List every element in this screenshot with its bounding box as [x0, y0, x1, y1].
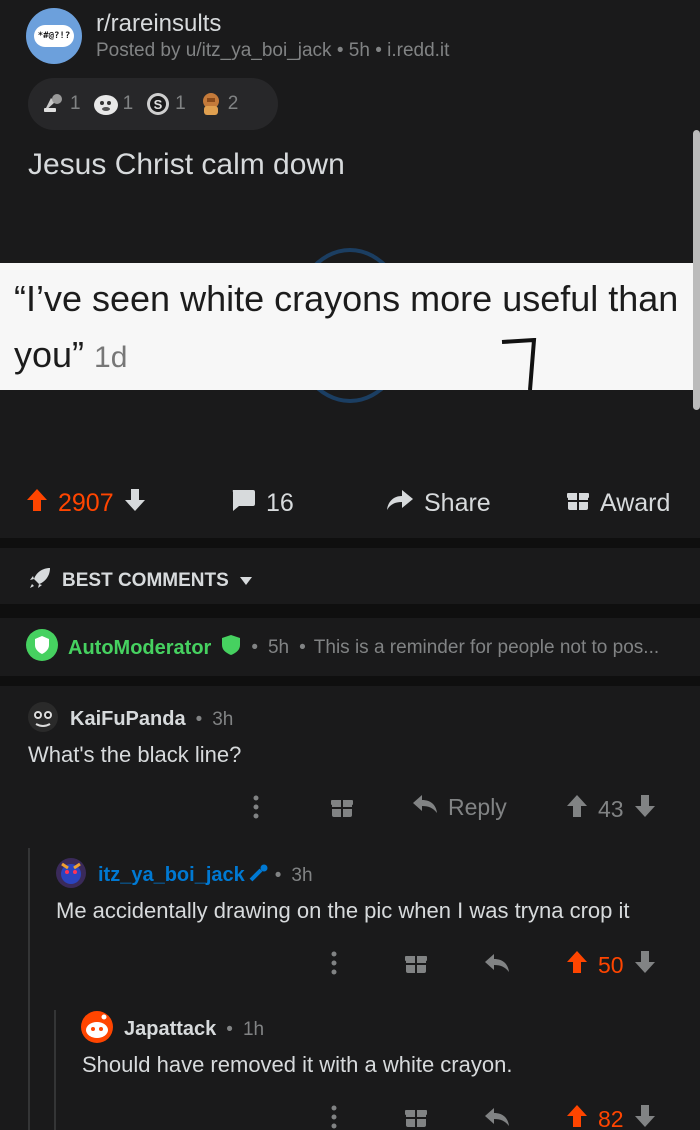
comment-count: 16 — [266, 488, 294, 517]
post-image[interactable]: “I’ve seen white crayons more useful tha… — [0, 263, 696, 390]
user-avatar[interactable] — [80, 1010, 114, 1049]
award-count: 1 — [175, 93, 186, 114]
pinned-comment[interactable]: AutoModerator • 5h • This is a reminder … — [0, 629, 700, 667]
scrollbar[interactable] — [693, 130, 700, 410]
reply-arrow-icon — [412, 793, 438, 821]
vote-group: 2907 — [26, 480, 146, 526]
award-4: 2 — [198, 91, 239, 117]
gift-icon[interactable] — [404, 951, 428, 975]
downvote-arrow-icon[interactable] — [634, 950, 656, 980]
upvote-arrow-icon[interactable] — [566, 794, 588, 824]
comment-vote-group: 43 — [566, 794, 656, 824]
svg-text:S: S — [154, 97, 163, 112]
op-mic-icon — [249, 864, 271, 887]
user-avatar[interactable] — [54, 856, 88, 895]
subreddit-name[interactable]: r/rareinsults — [96, 10, 221, 38]
comment-vote-group: 82 — [566, 1104, 656, 1130]
mod-shield-icon — [221, 634, 241, 662]
subreddit-avatar-text: *#@?!? — [34, 25, 74, 47]
post-age: 5h — [348, 40, 370, 61]
award-1: 1 — [40, 91, 81, 117]
award-2: 1 — [93, 91, 134, 117]
image-quote-text: “I’ve seen white crayons more useful tha… — [14, 271, 694, 386]
reply-label: Reply — [448, 793, 507, 820]
section-divider — [0, 604, 700, 618]
award-count: 1 — [122, 93, 134, 114]
comment-header: KaiFuPanda • 3h — [26, 700, 233, 739]
gift-icon[interactable] — [330, 795, 354, 819]
share-button[interactable]: Share — [386, 480, 491, 526]
downvote-arrow-icon[interactable] — [124, 488, 146, 519]
more-options-icon[interactable] — [330, 1104, 338, 1130]
award-count: 1 — [70, 93, 81, 114]
share-label: Share — [424, 488, 491, 517]
upvote-arrow-icon[interactable] — [26, 488, 48, 519]
post-actions-bar: 2907 16 Share Award — [0, 480, 700, 526]
comment-score: 50 — [598, 951, 624, 978]
comment-author[interactable]: itz_ya_boi_jack — [98, 864, 245, 887]
pinned-author[interactable]: AutoModerator — [68, 637, 211, 660]
section-divider — [0, 676, 700, 686]
award-button[interactable]: Award — [566, 480, 670, 526]
pinned-preview: This is a reminder for people not to pos… — [313, 637, 660, 658]
post-title[interactable]: Jesus Christ calm down — [28, 148, 345, 182]
rocket-icon — [28, 566, 52, 596]
upvote-arrow-icon[interactable] — [566, 1104, 588, 1130]
comment-vote-group: 50 — [566, 950, 656, 980]
thread-line[interactable] — [28, 848, 30, 1130]
awards-bar[interactable]: 1 1 S 1 2 — [28, 78, 278, 130]
post-domain[interactable]: i.redd.it — [387, 40, 449, 61]
post-meta: Posted by u/itz_ya_boi_jack • 5h • i.red… — [96, 40, 450, 61]
award-count: 2 — [227, 93, 239, 114]
share-arrow-icon — [386, 488, 414, 519]
comment-score: 43 — [598, 795, 624, 822]
downvote-arrow-icon[interactable] — [634, 1104, 656, 1130]
section-divider — [0, 538, 700, 548]
downvote-arrow-icon[interactable] — [634, 794, 656, 824]
subreddit-avatar[interactable]: *#@?!? — [26, 8, 82, 64]
face-palm-award-icon — [198, 91, 224, 117]
comment-body: Should have removed it with a white cray… — [82, 1052, 513, 1077]
comment-body: What's the black line? — [28, 742, 242, 767]
comment-age: 1h — [242, 1018, 265, 1040]
comment-body: Me accidentally drawing on the pic when … — [56, 898, 630, 923]
comment-header: itz_ya_boi_jack • 3h — [54, 856, 313, 895]
black-line-scribble — [501, 338, 537, 390]
post-author[interactable]: Posted by u/itz_ya_boi_jack — [96, 40, 332, 61]
sort-selector[interactable]: BEST COMMENTS — [28, 566, 253, 596]
comments-button[interactable]: 16 — [230, 480, 294, 526]
more-options-icon[interactable] — [330, 950, 338, 976]
mind-blown-award-icon — [93, 91, 119, 117]
upvote-arrow-icon[interactable] — [566, 950, 588, 980]
sort-label: BEST COMMENTS — [62, 570, 229, 591]
award-label: Award — [600, 488, 671, 517]
reply-arrow-icon[interactable] — [484, 952, 510, 974]
mod-shield-avatar-icon — [26, 629, 58, 667]
more-options-icon[interactable] — [252, 794, 260, 820]
image-quote-age: 1d — [94, 341, 128, 374]
comment-age: 3h — [212, 708, 234, 730]
rocket-like-award-icon — [40, 91, 66, 117]
user-avatar[interactable] — [26, 700, 60, 739]
pinned-age: 5h — [267, 637, 290, 658]
comment-bubble-icon — [230, 488, 256, 519]
reply-button[interactable]: Reply — [412, 793, 507, 821]
comment-author[interactable]: Japattack — [124, 1018, 216, 1041]
post-score: 2907 — [58, 488, 114, 517]
reply-arrow-icon[interactable] — [484, 1106, 510, 1128]
award-3: S 1 — [145, 91, 186, 117]
thread-line[interactable] — [54, 1010, 56, 1130]
comment-score: 82 — [598, 1105, 624, 1130]
silver-award-icon: S — [145, 91, 171, 117]
chevron-down-icon — [239, 570, 253, 592]
comment-age: 3h — [291, 864, 313, 886]
comment-header: Japattack • 1h — [80, 1010, 264, 1049]
gift-icon[interactable] — [404, 1105, 428, 1129]
comment-author[interactable]: KaiFuPanda — [70, 708, 186, 731]
gift-icon — [566, 488, 590, 519]
